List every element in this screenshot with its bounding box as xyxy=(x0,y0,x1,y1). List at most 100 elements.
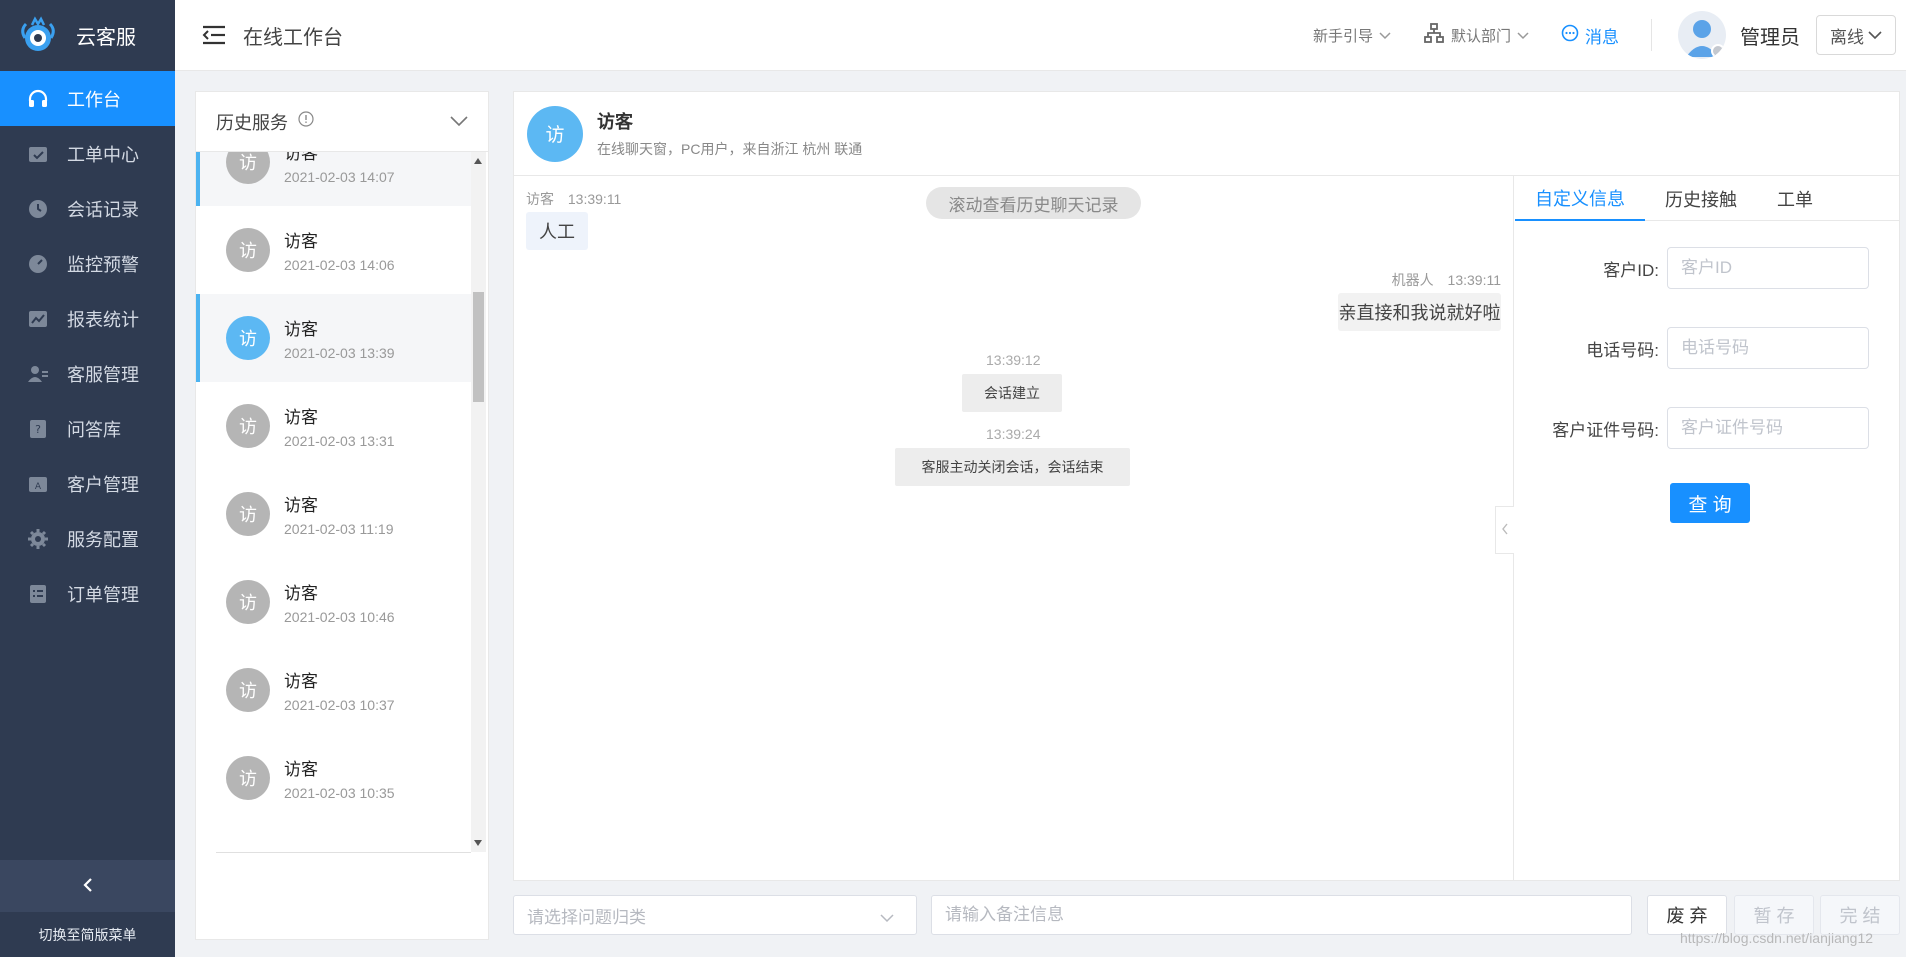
history-item-time: 2021-02-03 13:39 xyxy=(284,345,395,361)
guide-dropdown[interactable]: 新手引导 xyxy=(1313,25,1391,46)
sidebar-item-faq[interactable]: ? 问答库 xyxy=(0,401,175,456)
svg-text:A: A xyxy=(35,482,42,492)
sidebar-collapse-button[interactable] xyxy=(0,860,175,912)
visitor-avatar: 访 xyxy=(226,580,270,624)
status-dropdown[interactable]: 离线 xyxy=(1816,15,1896,55)
customer-icon: A xyxy=(27,473,49,495)
department-dropdown[interactable]: 默认部门 xyxy=(1423,22,1529,48)
system-msg-time: 13:39:24 xyxy=(986,426,1041,442)
chevron-down-icon xyxy=(1379,27,1391,44)
scroll-up-arrow-icon[interactable] xyxy=(474,158,482,164)
scroll-down-arrow-icon[interactable] xyxy=(474,840,482,846)
header-divider xyxy=(1651,19,1652,51)
menu-toggle-icon[interactable] xyxy=(201,24,227,46)
customer-id-input[interactable] xyxy=(1667,247,1869,289)
history-item[interactable]: 访 访客 2021-02-03 10:37 xyxy=(196,646,471,734)
history-item[interactable]: 访 访客 2021-02-03 14:07 xyxy=(196,152,471,206)
customer-info-panel: 自定义信息 历史接触 工单 客户ID: 电话号码: 客户证件号码: 查 询 xyxy=(1515,176,1899,880)
history-item-time: 2021-02-03 14:07 xyxy=(284,169,395,185)
sidebar-nav: 工作台 工单中心 会话记录 监控预警 报表统计 客服管理 ? 问答库 A 客户管… xyxy=(0,71,175,621)
chat-header: 访 访客 在线聊天窗，PC用户，来自浙江 杭州 联通 xyxy=(514,92,1899,176)
phone-input[interactable] xyxy=(1667,327,1869,369)
sidebar-item-label: 工单中心 xyxy=(67,144,139,165)
save-draft-button[interactable]: 暂 存 xyxy=(1734,895,1814,935)
chevron-down-icon xyxy=(1868,25,1882,45)
chevron-down-icon[interactable] xyxy=(450,111,468,132)
history-item[interactable]: 访 访客 2021-02-03 10:46 xyxy=(196,558,471,646)
switch-simple-menu-link[interactable]: 切换至简版菜单 xyxy=(0,912,175,957)
chevron-left-icon xyxy=(81,877,95,896)
visitor-avatar: 访 xyxy=(226,404,270,448)
history-scrollbar[interactable] xyxy=(471,152,486,852)
history-item[interactable]: 访 访客 2021-02-03 10:35 xyxy=(196,734,471,822)
chat-messages: 滚动查看历史聊天记录 访客 13:39:11 人工 机器人 13:39:11 亲… xyxy=(514,176,1514,880)
gear-icon xyxy=(27,528,49,550)
tab-history-contact[interactable]: 历史接触 xyxy=(1645,176,1757,221)
sidebar-item-label: 客服管理 xyxy=(67,364,139,385)
sidebar: 云客服 工作台 工单中心 会话记录 监控预警 报表统计 客服管理 ? 问答库 A… xyxy=(0,0,175,957)
sidebar-item-customers[interactable]: A 客户管理 xyxy=(0,456,175,511)
visitor-avatar: 访 xyxy=(527,105,583,162)
avatar[interactable] xyxy=(1678,11,1726,59)
tab-ticket[interactable]: 工单 xyxy=(1757,176,1833,221)
tab-custom-info[interactable]: 自定义信息 xyxy=(1515,176,1645,221)
category-placeholder: 请选择问题归类 xyxy=(527,907,646,927)
visitor-avatar: 访 xyxy=(226,756,270,800)
history-item[interactable]: 访 访客 2021-02-03 13:31 xyxy=(196,382,471,470)
sidebar-item-config[interactable]: 服务配置 xyxy=(0,511,175,566)
robot-message: 亲直接和我说就好啦 xyxy=(1338,293,1501,331)
history-panel: 历史服务 访 访客 2021-02-03 14:07 访 访客 2021-02-03… xyxy=(195,91,489,940)
guide-label: 新手引导 xyxy=(1312,27,1373,45)
note-input[interactable] xyxy=(931,895,1632,935)
svg-text:?: ? xyxy=(35,423,41,436)
sidebar-item-orders[interactable]: 订单管理 xyxy=(0,566,175,621)
history-item-name: 访客 xyxy=(284,232,318,251)
discard-button[interactable]: 废 弃 xyxy=(1647,895,1727,935)
id-number-input[interactable] xyxy=(1667,407,1869,449)
headset-icon xyxy=(27,88,49,110)
sidebar-item-monitor[interactable]: 监控预警 xyxy=(0,236,175,291)
history-item-name: 访客 xyxy=(284,496,318,515)
sidebar-item-sessions[interactable]: 会话记录 xyxy=(0,181,175,236)
info-icon[interactable] xyxy=(298,111,314,132)
category-select[interactable]: 请选择问题归类 xyxy=(513,895,917,935)
history-title: 历史服务 xyxy=(216,112,288,133)
sidebar-item-reports[interactable]: 报表统计 xyxy=(0,291,175,346)
history-item[interactable]: 访 访客 2021-02-03 13:39 xyxy=(196,294,471,382)
sidebar-item-workbench[interactable]: 工作台 xyxy=(0,71,175,126)
page-title: 在线工作台 xyxy=(243,26,343,49)
history-list: 访 访客 2021-02-03 14:07 访 访客 2021-02-03 14:0… xyxy=(196,152,471,852)
admin-name[interactable]: 管理员 xyxy=(1740,21,1800,50)
chat-bubble-icon xyxy=(1561,24,1579,47)
scroll-thumb[interactable] xyxy=(473,292,484,402)
customer-id-row: 客户ID: xyxy=(1515,247,1899,289)
id-number-label: 客户证件号码: xyxy=(1552,420,1659,440)
robot-sender: 机器人 xyxy=(1391,272,1434,288)
panel-toggle-button[interactable] xyxy=(1495,506,1514,554)
order-icon xyxy=(27,583,49,605)
phone-label: 电话号码: xyxy=(1586,340,1659,360)
chevron-left-icon xyxy=(1501,522,1509,538)
chevron-down-icon xyxy=(1517,27,1529,44)
sidebar-item-agents[interactable]: 客服管理 xyxy=(0,346,175,401)
top-header: 在线工作台 新手引导 默认部门 消息 管理员 离线 xyxy=(175,0,1906,71)
history-header[interactable]: 历史服务 xyxy=(196,92,488,152)
history-item[interactable]: 访 访客 2021-02-03 11:19 xyxy=(196,470,471,558)
history-item-time: 2021-02-03 10:35 xyxy=(284,785,395,801)
history-item-name: 访客 xyxy=(284,152,318,163)
gauge-icon xyxy=(27,253,49,275)
visitor-msg-meta: 访客 13:39:11 xyxy=(526,189,621,209)
messages-link[interactable]: 消息 xyxy=(1561,23,1619,48)
load-history-button[interactable]: 滚动查看历史聊天记录 xyxy=(926,187,1141,219)
clock-icon xyxy=(27,198,49,220)
history-item[interactable]: 访 访客 2021-02-03 14:06 xyxy=(196,206,471,294)
header-actions: 新手引导 默认部门 消息 管理员 离线 xyxy=(1313,0,1906,71)
query-button[interactable]: 查 询 xyxy=(1670,483,1750,523)
org-tree-icon xyxy=(1423,22,1445,48)
history-item-time: 2021-02-03 11:19 xyxy=(284,521,394,537)
sidebar-item-tickets[interactable]: 工单中心 xyxy=(0,126,175,181)
faq-icon: ? xyxy=(27,418,49,440)
visitor-avatar: 访 xyxy=(226,668,270,712)
finish-button[interactable]: 完 结 xyxy=(1820,895,1900,935)
customer-id-label: 客户ID: xyxy=(1603,260,1659,280)
